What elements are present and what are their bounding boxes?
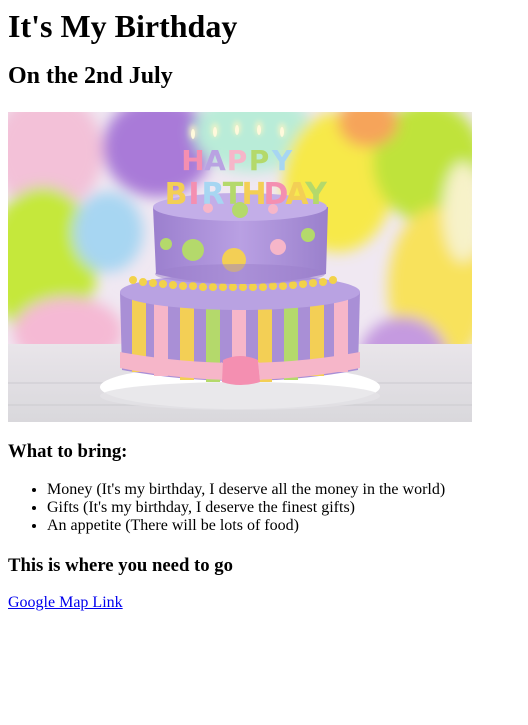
page-subtitle: On the 2nd July xyxy=(8,63,173,89)
svg-text:A: A xyxy=(204,144,226,177)
list-item: Money (It's my birthday, I deserve all t… xyxy=(47,481,445,499)
list-item: An appetite (There will be lots of food) xyxy=(47,517,445,535)
svg-text:P: P xyxy=(249,144,270,177)
svg-text:Y: Y xyxy=(304,177,328,212)
svg-text:B: B xyxy=(165,177,188,212)
google-map-link[interactable]: Google Map Link xyxy=(8,594,123,612)
svg-text:I: I xyxy=(188,177,199,212)
birthday-cake-image: H A P P Y B I R T H D A Y xyxy=(8,112,472,422)
location-heading: This is where you need to go xyxy=(8,555,233,576)
bring-list: Money (It's my birthday, I deserve all t… xyxy=(8,481,445,535)
svg-text:R: R xyxy=(201,177,224,212)
svg-text:H: H xyxy=(181,144,204,177)
svg-text:P: P xyxy=(227,144,248,177)
page: It's My Birthday On the 2nd July H A P P… xyxy=(0,0,528,725)
page-title: It's My Birthday xyxy=(8,8,238,44)
svg-text:Y: Y xyxy=(271,144,293,177)
list-item: Gifts (It's my birthday, I deserve the f… xyxy=(47,499,445,517)
bring-heading: What to bring: xyxy=(8,441,128,462)
